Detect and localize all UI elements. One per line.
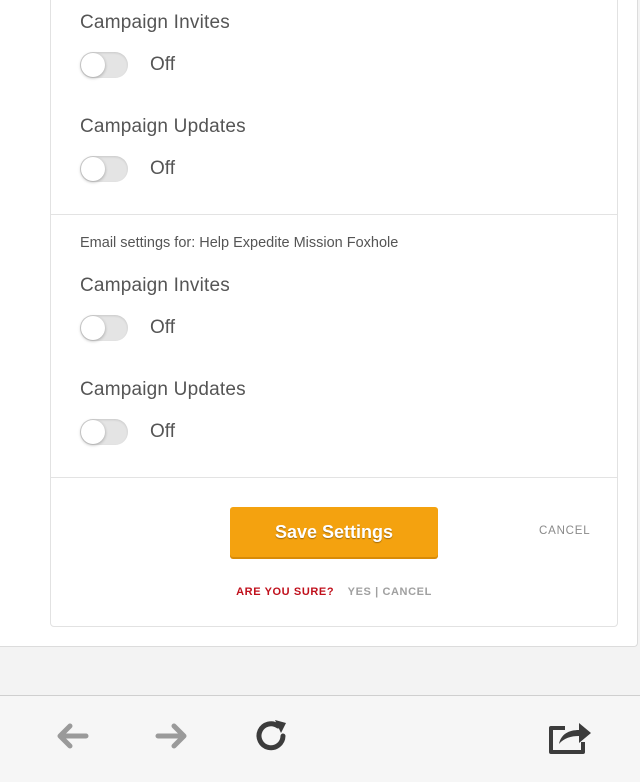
toggle-knob: [81, 53, 105, 77]
cancel-link[interactable]: CANCEL: [539, 525, 590, 537]
toggle-knob: [81, 157, 105, 181]
back-arrow-icon: [57, 723, 89, 749]
actions-divider: [51, 477, 617, 478]
share-icon: [549, 723, 591, 754]
section-divider: [51, 214, 617, 215]
toggle-state-label: Off: [150, 158, 175, 179]
reload-icon: [256, 720, 286, 751]
confirm-cancel-link[interactable]: CANCEL: [382, 586, 431, 598]
page-background: Campaign Invites Off Campaign Updates Of…: [0, 0, 640, 695]
campaign-updates-toggle[interactable]: [80, 156, 128, 182]
forward-button[interactable]: [150, 714, 194, 758]
email-settings-card: Campaign Invites Off Campaign Updates Of…: [50, 0, 618, 627]
confirm-yes-link[interactable]: YES: [348, 586, 372, 598]
campaign-updates-toggle[interactable]: [80, 419, 128, 445]
confirm-row: ARE YOU SURE? YES | CANCEL: [51, 586, 617, 598]
campaign-invites-toggle[interactable]: [80, 52, 128, 78]
setting-label-campaign-invites: Campaign Invites: [80, 12, 230, 33]
share-button[interactable]: [547, 714, 591, 758]
toggle-knob: [81, 316, 105, 340]
settings-panel: Campaign Invites Off Campaign Updates Of…: [0, 0, 638, 647]
setting-label-campaign-updates: Campaign Updates: [80, 116, 246, 137]
browser-toolbar: [0, 695, 640, 782]
toggle-knob: [81, 420, 105, 444]
setting-label-campaign-updates: Campaign Updates: [80, 379, 246, 400]
save-settings-button[interactable]: Save Settings: [230, 507, 438, 557]
toggle-state-label: Off: [150, 421, 175, 442]
forward-arrow-icon: [155, 723, 187, 749]
confirm-prompt: ARE YOU SURE?: [236, 586, 335, 598]
toggle-state-label: Off: [150, 54, 175, 75]
setting-label-campaign-invites: Campaign Invites: [80, 275, 230, 296]
confirm-separator: |: [375, 586, 379, 598]
toggle-state-label: Off: [150, 317, 175, 338]
reload-button[interactable]: [250, 714, 294, 758]
campaign-invites-toggle[interactable]: [80, 315, 128, 341]
email-settings-heading: Email settings for: Help Expedite Missio…: [80, 235, 399, 251]
back-button[interactable]: [50, 714, 94, 758]
